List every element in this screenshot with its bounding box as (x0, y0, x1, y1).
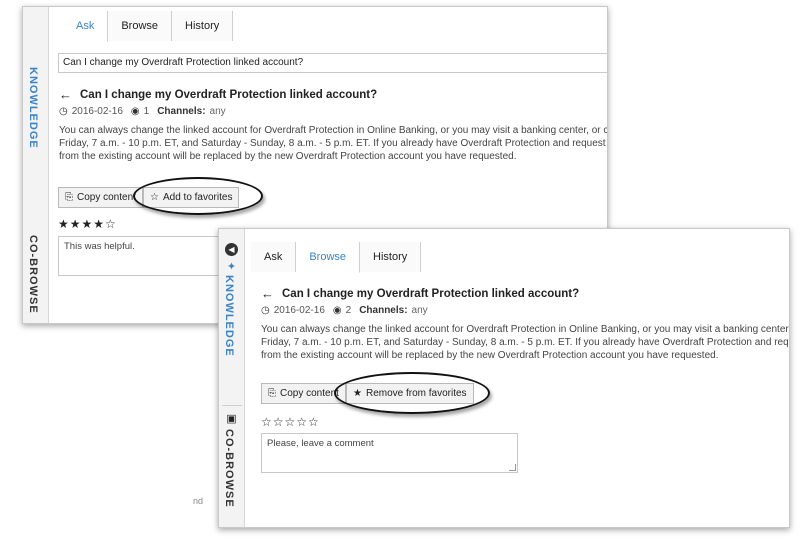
comment-field[interactable]: This was helpful. (58, 236, 228, 276)
view-count: 2 (345, 305, 352, 316)
side-rail: KNOWLEDGE CO-BROWSE (23, 7, 49, 323)
body-line: Friday, 7 a.m. - 10 p.m. ET, and Saturda… (59, 138, 608, 149)
question-input[interactable]: Can I change my Overdraft Protection lin… (58, 53, 607, 73)
side-rail: ◀ ✦ KNOWLEDGE ▣ CO-BROWSE (219, 229, 245, 527)
add-to-favorites-button[interactable]: ☆ Add to favorites (143, 187, 240, 208)
channels-value: any (411, 305, 428, 316)
body-line: from the existing account will be replac… (59, 151, 517, 162)
remove-from-favorites-label: Remove from favorites (365, 388, 467, 399)
copy-icon: ⎘ (65, 192, 73, 203)
rating-stars[interactable]: ☆☆☆☆☆ (261, 415, 320, 429)
tab-history[interactable]: History (360, 242, 422, 272)
copy-icon: ⎘ (268, 388, 276, 399)
rating-stars[interactable]: ★★★★☆ (58, 217, 117, 231)
comment-placeholder: Please, leave a comment (267, 438, 374, 449)
lightbulb-icon: ✦ (226, 261, 237, 273)
knowledge-rail-label[interactable]: KNOWLEDGE (27, 67, 39, 149)
article-title-row: ← Can I change my Overdraft Protection l… (261, 286, 579, 301)
rail-divider (222, 405, 242, 406)
view-count: 1 (143, 106, 150, 117)
article-body: You can always change the linked account… (59, 124, 608, 163)
channels-label: Channels: (359, 305, 408, 316)
clock-icon: ◷ (59, 106, 68, 117)
body-line: Friday, 7 a.m. - 10 p.m. ET, and Saturda… (261, 337, 790, 348)
star-outline-icon: ☆ (150, 192, 159, 203)
resize-grip-icon[interactable] (509, 464, 516, 471)
add-to-favorites-label: Add to favorites (162, 192, 233, 203)
article-title: Can I change my Overdraft Protection lin… (282, 287, 580, 300)
tab-browse[interactable]: Browse (108, 11, 173, 41)
knowledge-rail-label[interactable]: KNOWLEDGE (223, 275, 235, 357)
copy-content-button[interactable]: ⎘ Copy content (261, 383, 346, 404)
article-meta: ◷ 2016-02-16 ◉ 1 Channels: any (59, 106, 226, 117)
channels-value: any (209, 106, 226, 117)
eye-icon: ◉ (332, 305, 342, 316)
tab-bar: Ask Browse History (63, 11, 234, 42)
fragment-text: nd (193, 496, 204, 506)
body-line: You can always change the linked account… (261, 324, 790, 335)
body-line: from the existing account will be replac… (261, 350, 719, 361)
arrow-left-icon[interactable]: ← (59, 87, 72, 102)
arrow-left-icon[interactable]: ← (261, 286, 274, 301)
copy-content-button[interactable]: ⎘ Copy content (58, 187, 143, 208)
article-date: 2016-02-16 (71, 106, 123, 117)
comment-field[interactable]: Please, leave a comment (261, 433, 518, 473)
body-line: You can always change the linked account… (59, 125, 608, 136)
clock-icon: ◷ (261, 305, 270, 316)
copy-content-label: Copy content (280, 388, 339, 399)
window-icon: ▣ (226, 413, 237, 425)
front-panel: ◀ ✦ KNOWLEDGE ▣ CO-BROWSE Ask Browse His… (218, 228, 790, 528)
article-title-row: ← Can I change my Overdraft Protection l… (59, 87, 377, 102)
collapse-icon[interactable]: ◀ (225, 243, 238, 256)
channels-label: Channels: (157, 106, 206, 117)
article-date: 2016-02-16 (273, 305, 325, 316)
tab-ask[interactable]: Ask (251, 242, 297, 272)
tab-bar: Ask Browse History (251, 242, 422, 273)
tab-history[interactable]: History (172, 11, 234, 41)
cobrowse-rail-label[interactable]: CO-BROWSE (223, 429, 235, 508)
star-filled-icon: ★ (353, 388, 362, 399)
remove-from-favorites-button[interactable]: ★ Remove from favorites (346, 383, 474, 404)
tab-browse[interactable]: Browse (296, 242, 361, 273)
tab-ask[interactable]: Ask (63, 11, 109, 42)
cobrowse-rail-label[interactable]: CO-BROWSE (27, 235, 39, 314)
copy-content-label: Copy content (77, 192, 136, 203)
eye-icon: ◉ (130, 106, 140, 117)
article-body: You can always change the linked account… (261, 323, 790, 362)
article-meta: ◷ 2016-02-16 ◉ 2 Channels: any (261, 305, 428, 316)
article-title: Can I change my Overdraft Protection lin… (80, 88, 378, 101)
